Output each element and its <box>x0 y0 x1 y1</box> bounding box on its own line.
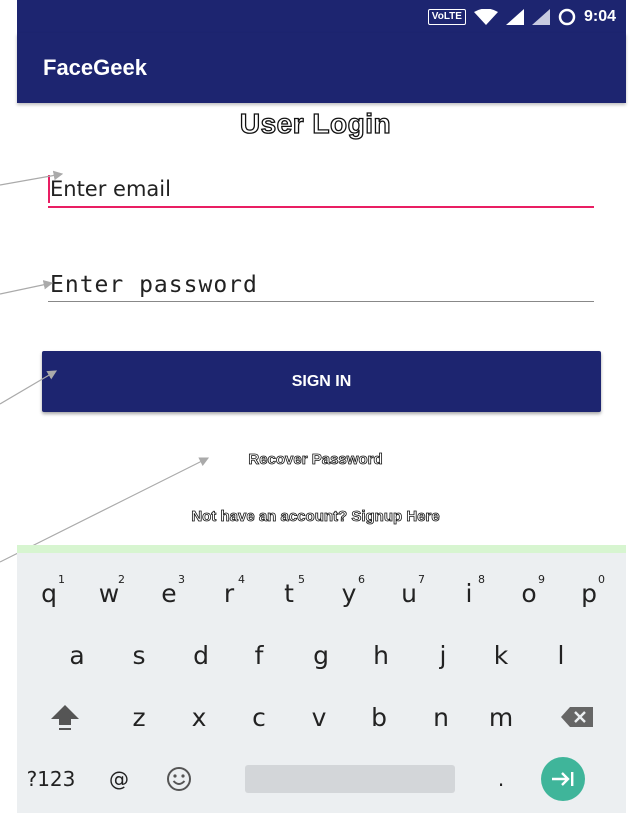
wifi-icon <box>473 8 498 25</box>
key-s[interactable]: s <box>111 627 167 683</box>
key-q[interactable]: q1 <box>21 565 77 621</box>
sign-in-button[interactable]: SIGN IN <box>42 351 601 412</box>
key-x[interactable]: x <box>171 689 227 745</box>
key-l[interactable]: l <box>533 627 589 683</box>
enter-arrow-icon <box>541 757 585 801</box>
key-n[interactable]: n <box>413 689 469 745</box>
key-r[interactable]: r4 <box>201 565 257 621</box>
soft-keyboard: q1 w2 e3 r4 t5 y6 u7 i8 o9 p0 a s d f g … <box>17 545 626 813</box>
battery-circle-icon <box>558 8 576 26</box>
keyboard-top-strip <box>17 545 626 553</box>
key-d[interactable]: d <box>173 627 229 683</box>
key-y[interactable]: y6 <box>321 565 377 621</box>
key-e[interactable]: e3 <box>141 565 197 621</box>
enter-key[interactable] <box>535 751 591 807</box>
recover-password-link[interactable]: Recover Password <box>0 451 631 469</box>
status-time: 9:04 <box>583 7 616 25</box>
shift-icon[interactable] <box>37 689 93 745</box>
app-bar: FaceGeek <box>17 33 626 103</box>
text-cursor <box>48 175 50 203</box>
key-k[interactable]: k <box>473 627 529 683</box>
emoji-icon[interactable] <box>151 751 207 807</box>
key-g[interactable]: g <box>293 627 349 683</box>
key-o[interactable]: o9 <box>501 565 557 621</box>
page-title: User Login <box>239 107 392 139</box>
signal-icon <box>505 8 524 25</box>
key-v[interactable]: v <box>291 689 347 745</box>
email-field[interactable] <box>48 172 594 208</box>
key-a[interactable]: a <box>49 627 105 683</box>
key-c[interactable]: c <box>231 689 287 745</box>
key-b[interactable]: b <box>351 689 407 745</box>
key-h[interactable]: h <box>353 627 409 683</box>
spacebar[interactable] <box>245 765 455 793</box>
key-period[interactable]: . <box>473 751 529 807</box>
key-at[interactable]: @ <box>91 751 147 807</box>
arrow-to-password <box>0 280 54 295</box>
key-u[interactable]: u7 <box>381 565 437 621</box>
app-title: FaceGeek <box>43 55 147 80</box>
status-bar: VoLTE 9:04 <box>17 0 626 33</box>
key-j[interactable]: j <box>415 627 471 683</box>
key-p[interactable]: p0 <box>561 565 617 621</box>
symbols-key[interactable]: ?123 <box>23 751 79 807</box>
password-field[interactable] <box>48 268 594 302</box>
key-i[interactable]: i8 <box>441 565 497 621</box>
key-t[interactable]: t5 <box>261 565 317 621</box>
key-z[interactable]: z <box>111 689 167 745</box>
volte-badge: VoLTE <box>427 8 466 25</box>
key-w[interactable]: w2 <box>81 565 137 621</box>
key-m[interactable]: m <box>473 689 529 745</box>
signal-icon-2 <box>531 8 550 25</box>
signup-link[interactable]: Not have an account? Signup Here <box>0 508 631 526</box>
key-f[interactable]: f <box>231 627 287 683</box>
backspace-icon[interactable] <box>549 689 605 745</box>
